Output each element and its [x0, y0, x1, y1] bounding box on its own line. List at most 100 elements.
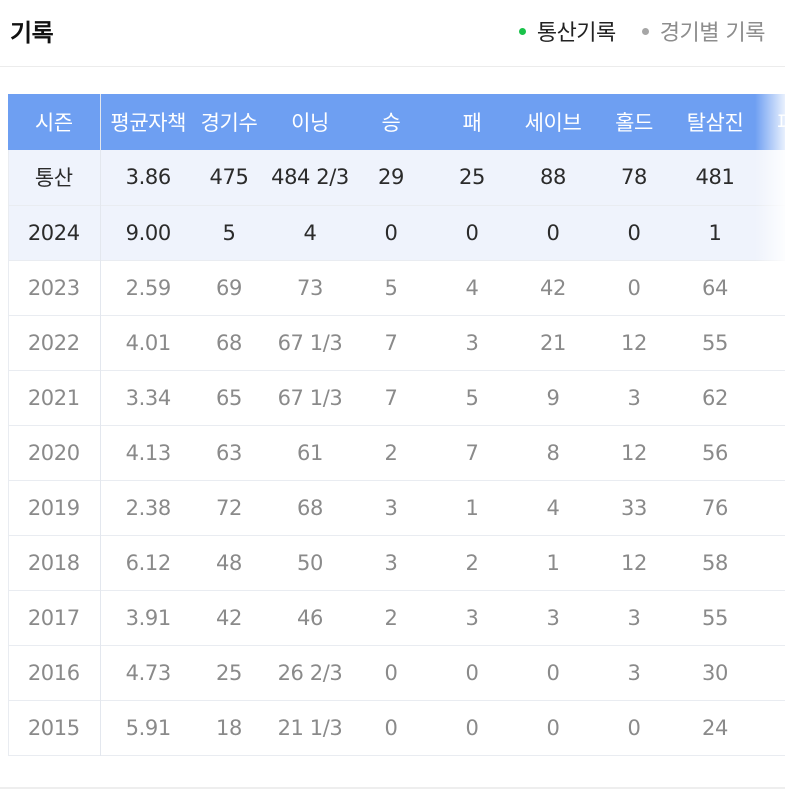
cell-hld: 12 — [621, 330, 647, 355]
cell-season: 2018 — [8, 535, 101, 590]
cell-sv: 1 — [546, 550, 560, 575]
tab-career-records-label: 통산기록 — [536, 21, 616, 46]
cell-games: 18 — [216, 715, 242, 740]
active-dot-icon — [518, 27, 526, 35]
table-header-row: 시즌 평균자책 경기수 이닝 승 패 세이브 홀드 탈삼진피 — [8, 94, 785, 150]
cell-extra — [748, 700, 785, 755]
cell-season: 통산 — [8, 150, 101, 205]
cell-era: 6.12 — [125, 550, 172, 575]
cell-hld: 0 — [627, 220, 641, 245]
cell-so: 56 — [702, 440, 728, 465]
cell-so: 58 — [702, 550, 728, 575]
column-header-l: 패 — [462, 111, 482, 135]
cell-l: 0 — [465, 715, 479, 740]
cell-w: 2 — [384, 440, 398, 465]
cell-extra — [748, 425, 785, 480]
table-row: 2020 4.13 63 61 2 7 8 12 56 — [8, 425, 785, 480]
cell-season: 2015 — [8, 700, 101, 755]
cell-innings: 73 — [297, 275, 323, 300]
cell-w: 5 — [384, 275, 398, 300]
cell-hld: 78 — [621, 165, 647, 190]
cell-games: 475 — [209, 165, 249, 190]
cell-hld: 12 — [621, 440, 647, 465]
cell-w: 29 — [378, 165, 404, 190]
cell-so: 481 — [695, 165, 735, 190]
cell-era: 2.38 — [125, 495, 172, 520]
cell-games: 25 — [216, 660, 242, 685]
cell-w: 0 — [384, 220, 398, 245]
cell-innings: 68 — [297, 495, 323, 520]
cell-sv: 42 — [540, 275, 566, 300]
cell-so: 64 — [702, 275, 728, 300]
cell-extra — [748, 150, 785, 205]
stats-table: 시즌평균자책경기수이닝승패세이브홀드탈삼진피 통산3.86475484 2/32… — [8, 94, 785, 756]
cell-sv: 9 — [546, 385, 560, 410]
cell-era: 4.01 — [125, 330, 172, 355]
cell-era: 4.73 — [125, 660, 172, 685]
cell-hld: 3 — [627, 385, 641, 410]
cell-hld: 0 — [627, 275, 641, 300]
cell-extra — [748, 645, 785, 700]
cell-sv: 4 — [546, 495, 560, 520]
cell-w: 3 — [384, 550, 398, 575]
cell-season: 2024 — [8, 205, 101, 260]
cell-innings: 26 2/3 — [277, 660, 343, 685]
table-row: 2017 3.91 42 46 2 3 3 3 55 — [8, 590, 785, 645]
stats-table-scroll[interactable]: 시즌평균자책경기수이닝승패세이브홀드탈삼진피 통산3.86475484 2/32… — [8, 94, 785, 756]
cell-sv: 3 — [546, 605, 560, 630]
cell-w: 7 — [384, 330, 398, 355]
tab-game-records-label: 경기별 기록 — [659, 21, 766, 46]
cell-sv: 8 — [546, 440, 560, 465]
cell-w: 7 — [384, 385, 398, 410]
cell-extra — [748, 315, 785, 370]
column-header-era: 평균자책 — [110, 111, 187, 135]
column-header-hld: 홀드 — [615, 111, 653, 135]
cell-hld: 0 — [627, 715, 641, 740]
table-row: 통산 3.86 475 484 2/3 29 25 88 78 481 — [8, 150, 785, 205]
records-header: 기록 통산기록 경기별 기록 — [0, 0, 785, 67]
cell-so: 1 — [708, 220, 722, 245]
tab-game-records[interactable]: 경기별 기록 — [641, 15, 766, 47]
table-row: 2016 4.73 25 26 2/3 0 0 0 3 30 — [8, 645, 785, 700]
cell-extra — [748, 205, 785, 260]
cell-games: 5 — [222, 220, 236, 245]
cell-l: 3 — [465, 330, 479, 355]
cell-w: 3 — [384, 495, 398, 520]
cell-l: 2 — [465, 550, 479, 575]
column-header-games: 경기수 — [200, 111, 258, 135]
cell-l: 0 — [465, 220, 479, 245]
table-row: 2015 5.91 18 21 1/3 0 0 0 0 24 — [8, 700, 785, 755]
cell-hld: 3 — [627, 605, 641, 630]
cell-l: 1 — [465, 495, 479, 520]
page-title: 기록 — [10, 19, 54, 47]
cell-extra — [748, 590, 785, 645]
column-header-season: 시즌 — [8, 94, 101, 150]
column-header-sv: 세이브 — [524, 111, 582, 135]
cell-hld: 33 — [621, 495, 647, 520]
table-row: 2024 9.00 5 4 0 0 0 0 1 — [8, 205, 785, 260]
cell-era: 3.86 — [125, 165, 172, 190]
cell-era: 5.91 — [125, 715, 172, 740]
cell-sv: 0 — [546, 220, 560, 245]
table-row: 2021 3.34 65 67 1/3 7 5 9 3 62 — [8, 370, 785, 425]
column-header-extra: 피 — [748, 94, 785, 150]
cell-so: 55 — [702, 330, 728, 355]
cell-extra — [748, 370, 785, 425]
cell-innings: 46 — [297, 605, 323, 630]
cell-innings: 67 1/3 — [277, 385, 343, 410]
cell-extra — [748, 535, 785, 590]
cell-innings: 4 — [303, 220, 317, 245]
cell-so: 62 — [702, 385, 728, 410]
table-left-border — [8, 150, 9, 756]
cell-w: 2 — [384, 605, 398, 630]
cell-games: 72 — [216, 495, 242, 520]
cell-hld: 3 — [627, 660, 641, 685]
cell-season: 2016 — [8, 645, 101, 700]
cell-era: 4.13 — [125, 440, 172, 465]
table-row: 2022 4.01 68 67 1/3 7 3 21 12 55 — [8, 315, 785, 370]
cell-l: 5 — [465, 385, 479, 410]
cell-l: 25 — [459, 165, 485, 190]
tab-career-records[interactable]: 통산기록 — [518, 15, 616, 47]
cell-season: 2022 — [8, 315, 101, 370]
cell-era: 9.00 — [125, 220, 172, 245]
